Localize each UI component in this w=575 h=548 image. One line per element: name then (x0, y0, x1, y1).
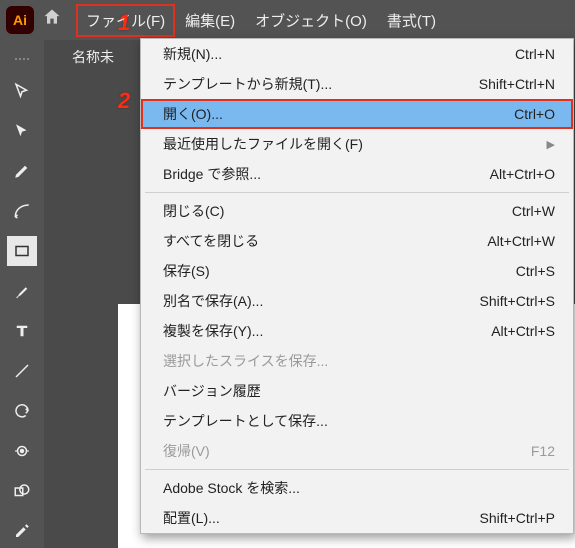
menu-item-save-as-template[interactable]: テンプレートとして保存... (141, 406, 573, 436)
menu-item-label: テンプレートから新規(T)... (163, 74, 332, 94)
menu-bar: ファイル(F) 編集(E) オブジェクト(O) 書式(T) (76, 4, 446, 37)
menu-item-save-as[interactable]: 別名で保存(A)... Shift+Ctrl+S (141, 286, 573, 316)
panel-grip-icon[interactable] (10, 58, 34, 62)
menu-item-shortcut: Shift+Ctrl+N (479, 76, 555, 92)
menu-item-shortcut: Alt+Ctrl+W (487, 233, 555, 249)
menu-item-save-selected-slices: 選択したスライスを保存... (141, 346, 573, 376)
menu-item-shortcut: Alt+Ctrl+S (491, 323, 555, 339)
menu-item-shortcut: Ctrl+O (514, 106, 555, 122)
menu-item-label: 復帰(V) (163, 441, 210, 461)
menu-item-search-adobe-stock[interactable]: Adobe Stock を検索... (141, 473, 573, 503)
menu-item-new[interactable]: 新規(N)... Ctrl+N (141, 39, 573, 69)
eyedropper-tool-icon[interactable] (7, 516, 37, 546)
menu-item-shortcut: Ctrl+S (516, 263, 555, 279)
rotate-tool-icon[interactable] (7, 396, 37, 426)
width-tool-icon[interactable] (7, 436, 37, 466)
menu-item-browse-in-bridge[interactable]: Bridge で参照... Alt+Ctrl+O (141, 159, 573, 189)
menu-item-new-from-template[interactable]: テンプレートから新規(T)... Shift+Ctrl+N (141, 69, 573, 99)
type-tool-icon[interactable] (7, 316, 37, 346)
file-menu-dropdown: 新規(N)... Ctrl+N テンプレートから新規(T)... Shift+C… (140, 38, 574, 534)
app-icon: Ai (6, 6, 34, 34)
paintbrush-tool-icon[interactable] (7, 276, 37, 306)
menu-item-label: Bridge で参照... (163, 164, 261, 184)
submenu-arrow-icon: ▶ (547, 138, 555, 151)
menu-item-label: 複製を保存(Y)... (163, 321, 263, 341)
direct-selection-tool-icon[interactable] (7, 116, 37, 146)
menu-item-label: 開く(O)... (163, 104, 223, 124)
menu-separator (145, 469, 569, 470)
menu-item-label: 別名で保存(A)... (163, 291, 263, 311)
menu-item-revert: 復帰(V) F12 (141, 436, 573, 466)
rectangle-tool-icon[interactable] (7, 236, 37, 266)
menu-item-shortcut: Shift+Ctrl+P (480, 510, 555, 526)
selection-tool-icon[interactable] (7, 76, 37, 106)
tool-sidebar (0, 40, 44, 548)
menu-type[interactable]: 書式(T) (377, 4, 446, 37)
menu-item-label: すべてを閉じる (163, 231, 259, 251)
menu-item-save[interactable]: 保存(S) Ctrl+S (141, 256, 573, 286)
menu-item-shortcut: Ctrl+N (515, 46, 555, 62)
curvature-tool-icon[interactable] (7, 196, 37, 226)
menu-item-shortcut: F12 (531, 443, 555, 459)
menu-item-label: 選択したスライスを保存... (163, 351, 328, 371)
menu-item-label: 最近使用したファイルを開く(F) (163, 134, 363, 154)
annotation-1: 1 (118, 10, 130, 36)
menu-item-close[interactable]: 閉じる(C) Ctrl+W (141, 196, 573, 226)
menu-item-label: 保存(S) (163, 261, 210, 281)
menu-item-version-history[interactable]: バージョン履歴 (141, 376, 573, 406)
menu-item-shortcut: Ctrl+W (512, 203, 555, 219)
menu-item-label: 配置(L)... (163, 508, 220, 528)
menu-item-shortcut: Alt+Ctrl+O (490, 166, 555, 182)
pen-tool-icon[interactable] (7, 156, 37, 186)
menu-separator (145, 192, 569, 193)
menu-item-label: テンプレートとして保存... (163, 411, 328, 431)
menu-item-label: バージョン履歴 (163, 381, 261, 401)
line-tool-icon[interactable] (7, 356, 37, 386)
annotation-2: 2 (118, 88, 130, 114)
menu-item-label: Adobe Stock を検索... (163, 478, 300, 498)
menu-item-place[interactable]: 配置(L)... Shift+Ctrl+P (141, 503, 573, 533)
menu-edit[interactable]: 編集(E) (175, 4, 245, 37)
menu-item-label: 閉じる(C) (163, 201, 224, 221)
document-tab-label: 名称未 (72, 47, 114, 67)
home-icon[interactable] (42, 7, 62, 33)
shape-builder-tool-icon[interactable] (7, 476, 37, 506)
menu-item-close-all[interactable]: すべてを閉じる Alt+Ctrl+W (141, 226, 573, 256)
menu-item-save-copy[interactable]: 複製を保存(Y)... Alt+Ctrl+S (141, 316, 573, 346)
menu-item-open-recent[interactable]: 最近使用したファイルを開く(F) ▶ (141, 129, 573, 159)
menu-item-label: 新規(N)... (163, 44, 222, 64)
menu-item-open[interactable]: 開く(O)... Ctrl+O (141, 99, 573, 129)
menu-object[interactable]: オブジェクト(O) (245, 4, 377, 37)
menu-item-shortcut: Shift+Ctrl+S (480, 293, 555, 309)
top-bar: Ai ファイル(F) 編集(E) オブジェクト(O) 書式(T) (0, 0, 575, 40)
